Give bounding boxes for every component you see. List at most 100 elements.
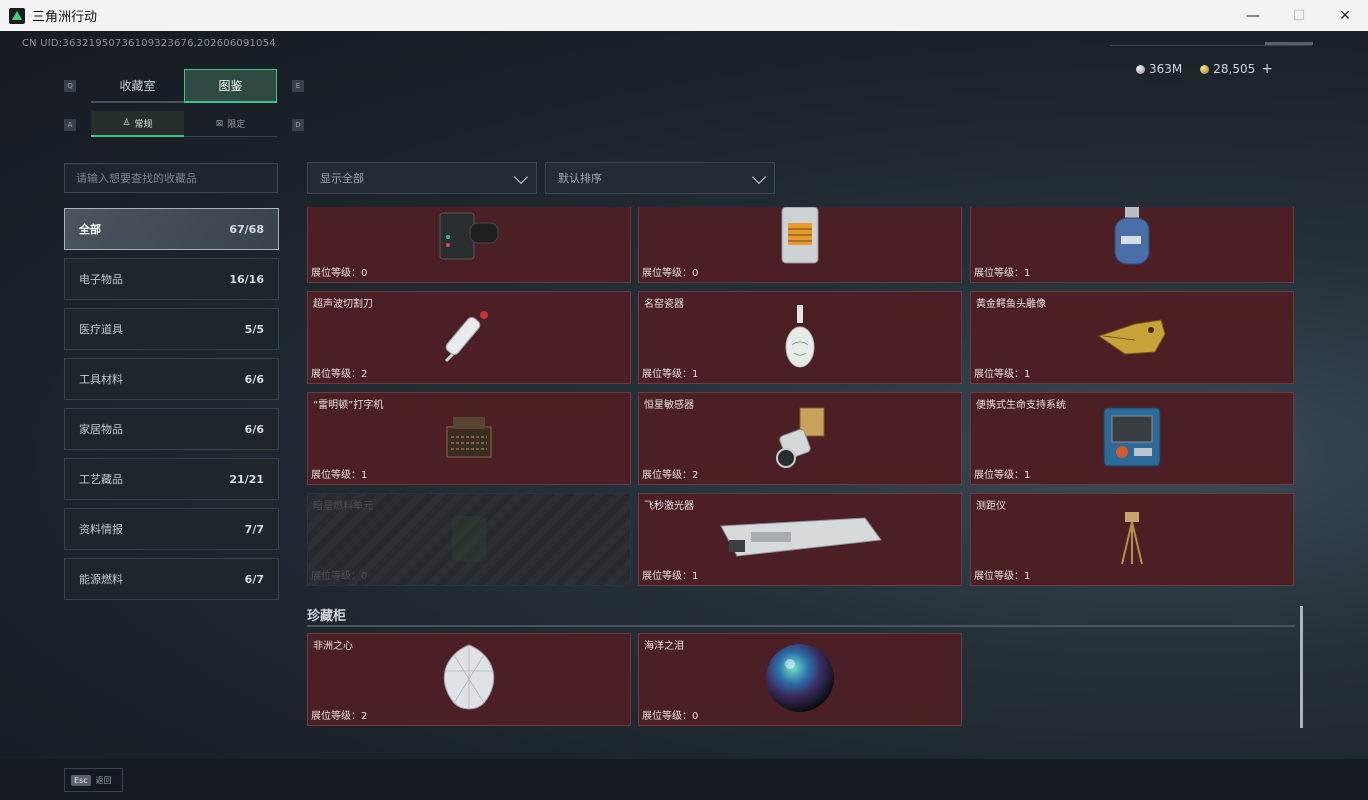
heater-icon: [770, 207, 830, 271]
item-level: 展位等级：0: [642, 268, 699, 279]
category-label: 能源燃料: [79, 573, 123, 586]
main-tabs: 收藏室 图鉴: [91, 69, 277, 103]
item-name: 便携式生命支持系统: [976, 400, 1066, 411]
tab-catalog[interactable]: 图鉴: [184, 69, 277, 103]
show-filter-dropdown[interactable]: 显示全部: [307, 162, 537, 194]
item-name: 非洲之心: [313, 641, 353, 652]
gold-crocodile-icon: [1095, 306, 1169, 370]
item-card-locked[interactable]: 暗星燃料单元 展位等级：0: [307, 493, 631, 586]
item-name: 超声波切割刀: [313, 299, 373, 310]
key-hint-q: Q: [64, 80, 76, 92]
esc-key: Esc: [71, 774, 91, 786]
electronic-device-icon: [434, 207, 504, 269]
tab-collection-room[interactable]: 收藏室: [91, 69, 184, 103]
category-count: 67/68: [229, 222, 264, 236]
category-intel[interactable]: 资料情报 7/7: [64, 508, 279, 550]
category-label: 资料情报: [79, 523, 123, 536]
item-card[interactable]: 展位等级：1: [970, 207, 1294, 283]
category-label: 电子物品: [79, 273, 123, 286]
category-count: 7/7: [244, 522, 264, 536]
minimize-button[interactable]: —: [1230, 0, 1276, 31]
category-label: 家居物品: [79, 423, 123, 436]
category-count: 6/6: [244, 372, 264, 386]
item-level: 展位等级：1: [974, 470, 1031, 481]
subtab-limited-label: 限定: [227, 120, 246, 130]
back-label: 返回: [95, 775, 112, 785]
item-level: 展位等级：1: [974, 268, 1031, 279]
item-name: 测距仪: [976, 501, 1006, 512]
rangefinder-icon: [1117, 508, 1147, 572]
item-card[interactable]: 超声波切割刀 展位等级：2: [307, 291, 631, 384]
item-name: 名窑瓷器: [644, 299, 684, 310]
category-all[interactable]: 全部 67/68: [64, 208, 279, 250]
porcelain-vase-icon: [780, 301, 820, 375]
item-level: 展位等级：0: [642, 711, 699, 722]
key-hint-a: A: [64, 119, 76, 131]
silver-amount: 363M: [1149, 62, 1183, 76]
item-card[interactable]: 黄金鳄鱼头雕像 展位等级：1: [970, 291, 1294, 384]
chevron-down-icon: [513, 169, 529, 185]
header-divider: [1110, 45, 1312, 46]
item-card[interactable]: 便携式生命支持系统 展位等级：1: [970, 392, 1294, 485]
category-medical[interactable]: 医疗道具 5/5: [64, 308, 279, 350]
bottom-bar: [0, 759, 1368, 800]
regular-icon: ♙: [122, 118, 131, 128]
item-card[interactable]: 飞秒激光器 展位等级：1: [638, 493, 962, 586]
item-level: 展位等级：1: [974, 369, 1031, 380]
subtab-limited[interactable]: ⊠ 限定: [184, 111, 277, 137]
subtab-regular-label: 常规: [134, 119, 153, 130]
key-hint-e: E: [292, 80, 304, 92]
category-electronics[interactable]: 电子物品 16/16: [64, 258, 279, 300]
diamond-icon: [434, 641, 504, 719]
item-name: 海洋之泪: [644, 641, 684, 652]
category-household[interactable]: 家居物品 6/6: [64, 408, 279, 450]
item-card[interactable]: 测距仪 展位等级：1: [970, 493, 1294, 586]
category-label: 医疗道具: [79, 323, 123, 336]
back-button[interactable]: Esc 返回: [64, 768, 123, 792]
category-label: 工艺藏品: [79, 473, 123, 486]
close-button[interactable]: ✕: [1322, 0, 1368, 31]
subtab-regular[interactable]: ♙ 常规: [91, 111, 184, 137]
item-card[interactable]: “雷明顿”打字机 展位等级：1: [307, 392, 631, 485]
gold-amount: 28,505: [1213, 62, 1256, 76]
item-name: “雷明顿”打字机: [313, 400, 384, 411]
item-level: 展位等级：0: [311, 268, 368, 279]
item-level: 展位等级：0: [311, 571, 368, 582]
show-filter-value: 显示全部: [320, 172, 364, 185]
maximize-button[interactable]: ☐: [1276, 0, 1322, 31]
item-level: 展位等级：2: [311, 711, 368, 722]
category-tools[interactable]: 工具材料 6/6: [64, 358, 279, 400]
item-level: 展位等级：1: [311, 470, 368, 481]
item-card[interactable]: 展位等级：0: [307, 207, 631, 283]
header-accent: [1265, 42, 1313, 45]
treasure-card[interactable]: 非洲之心 展位等级：2: [307, 633, 631, 726]
sub-tabs: ♙ 常规 ⊠ 限定: [91, 111, 277, 137]
app-logo-icon: [9, 7, 25, 24]
typewriter-icon: [439, 407, 499, 471]
search-input[interactable]: 请输入想要查找的收藏品: [64, 163, 278, 193]
gold-coin-icon: [1200, 64, 1210, 74]
sort-dropdown[interactable]: 默认排序: [545, 162, 775, 194]
scrollbar[interactable]: [1300, 606, 1303, 728]
silver-coin-icon: [1136, 64, 1145, 74]
category-crafts[interactable]: 工艺藏品 21/21: [64, 458, 279, 500]
item-level: 展位等级：1: [974, 571, 1031, 582]
game-screen: CN UID:36321950736109323676,202606091054…: [0, 31, 1368, 800]
add-currency-button[interactable]: +: [1261, 61, 1273, 77]
laser-icon: [715, 510, 885, 570]
category-count: 6/7: [244, 572, 264, 586]
category-count: 16/16: [229, 272, 264, 286]
item-name: 黄金鳄鱼头雕像: [976, 299, 1046, 310]
item-level: 展位等级：1: [642, 571, 699, 582]
limited-icon: ⊠: [215, 118, 224, 129]
treasure-card[interactable]: 海洋之泪 展位等级：0: [638, 633, 962, 726]
treasure-section-title: 珍藏柜: [307, 609, 347, 624]
item-card[interactable]: 展位等级：0: [638, 207, 962, 283]
chevron-down-icon: [751, 169, 767, 185]
item-card[interactable]: 名窑瓷器 展位等级：1: [638, 291, 962, 384]
category-energy[interactable]: 能源燃料 6/7: [64, 558, 279, 600]
item-card[interactable]: 恒星敏感器 展位等级：2: [638, 392, 962, 485]
player-uid: CN UID:36321950736109323676,202606091054: [22, 38, 276, 49]
gas-canister-icon: [1107, 207, 1157, 272]
category-count: 6/6: [244, 422, 264, 436]
